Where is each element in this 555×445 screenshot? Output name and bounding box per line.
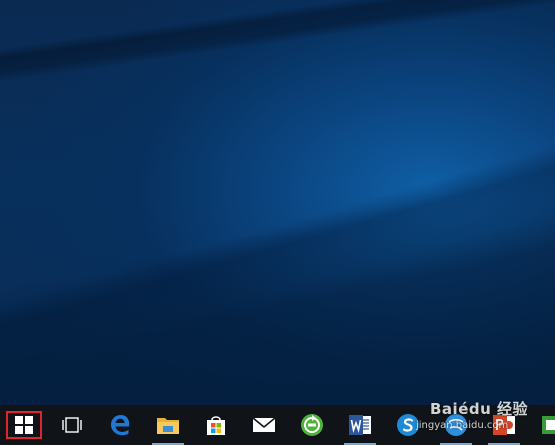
store-bag-icon xyxy=(207,416,225,435)
wallpaper-shadow xyxy=(0,0,555,405)
task-view-button[interactable] xyxy=(48,405,96,445)
start-button[interactable] xyxy=(0,405,48,445)
taskbar-app-green[interactable] xyxy=(528,405,555,445)
word-icon xyxy=(349,415,371,435)
mail-icon xyxy=(252,417,276,432)
taskbar-app-edge[interactable] xyxy=(96,405,144,445)
watermark-logo: Baiédu 经验 xyxy=(430,400,529,418)
edge-icon xyxy=(111,415,130,436)
taskbar-app-green-refresh[interactable] xyxy=(288,405,336,445)
screen: Baiédu 经验 jingyan.baidu.com xyxy=(0,0,555,445)
start-button-highlight xyxy=(6,411,42,439)
green-circle-arrow-icon xyxy=(301,414,323,436)
taskbar-app-file-explorer[interactable] xyxy=(144,405,192,445)
watermark-url: jingyan.baidu.com xyxy=(416,420,509,431)
folder-icon xyxy=(157,418,179,434)
taskbar-app-mail[interactable] xyxy=(240,405,288,445)
taskbar-app-word[interactable] xyxy=(336,405,384,445)
task-view-icon xyxy=(62,417,82,433)
taskbar-app-store[interactable] xyxy=(192,405,240,445)
desktop-wallpaper[interactable] xyxy=(0,0,555,405)
green-app-icon xyxy=(542,416,555,434)
wallpaper-light-beam xyxy=(0,0,555,405)
